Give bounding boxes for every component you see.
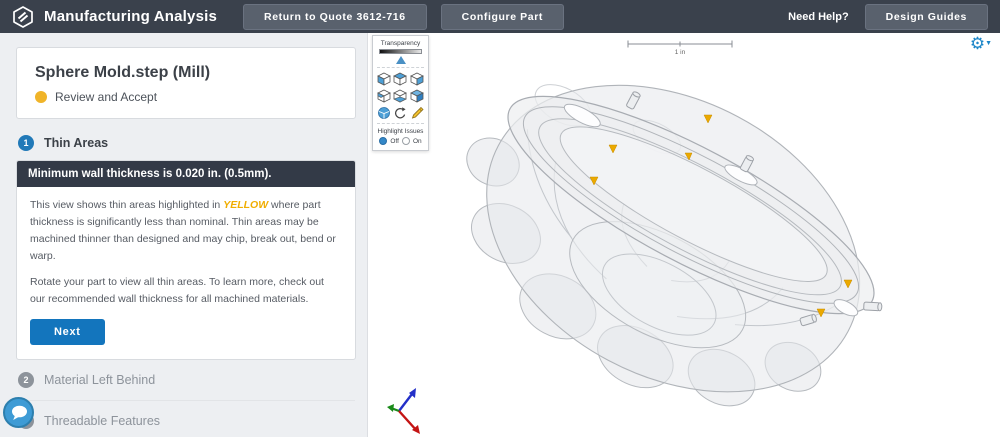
highlight-issues-label: Highlight Issues: [377, 128, 424, 135]
thin-areas-description: This view shows thin areas highlighted i…: [30, 197, 342, 265]
highlight-on-label: On: [413, 138, 422, 145]
view-cube-right-icon[interactable]: [410, 72, 424, 86]
wall-thickness-banner: Minimum wall thickness is 0.020 in. (0.5…: [17, 161, 355, 187]
yellow-highlight-text: YELLOW: [223, 199, 268, 211]
app-title: Manufacturing Analysis: [44, 8, 217, 25]
transparency-slider-track[interactable]: [379, 49, 422, 54]
transparency-label: Transparency: [377, 40, 424, 47]
part-title: Sphere Mold.step (Mill): [35, 64, 337, 82]
axes-triad-icon: [385, 385, 430, 435]
status-dot-icon: [35, 91, 47, 103]
view-cube-top-icon[interactable]: [393, 72, 407, 86]
need-help-link[interactable]: Need Help?: [788, 11, 849, 23]
chat-bubble-icon: [10, 405, 28, 421]
thin-areas-panel: Minimum wall thickness is 0.020 in. (0.5…: [16, 160, 356, 360]
return-to-quote-button[interactable]: Return to Quote 3612-716: [243, 4, 427, 30]
analysis-sidebar: Sphere Mold.step (Mill) Review and Accep…: [0, 33, 368, 437]
palette-divider: [377, 67, 424, 68]
highlight-off-label: Off: [390, 138, 399, 145]
design-guides-button[interactable]: Design Guides: [865, 4, 988, 30]
top-navbar: Manufacturing Analysis Return to Quote 3…: [0, 0, 1000, 33]
view-cube-left-icon[interactable]: [377, 72, 391, 86]
viewer-tool-palette: Transparency: [372, 35, 429, 151]
step-2-badge: 2: [18, 372, 34, 388]
part-status: Review and Accept: [55, 90, 157, 104]
markup-pen-icon[interactable]: [410, 106, 424, 120]
protolabs-logo-icon: [12, 6, 34, 28]
3d-model-canvas[interactable]: [369, 33, 1000, 437]
highlight-off-radio[interactable]: [379, 137, 387, 145]
next-button[interactable]: Next: [30, 319, 105, 345]
step-thin-areas-header[interactable]: 1 Thin Areas: [18, 135, 367, 151]
step-threadable-features[interactable]: 3 Threadable Features: [18, 401, 367, 437]
configure-part-button[interactable]: Configure Part: [441, 4, 564, 30]
step-2-label: Material Left Behind: [44, 373, 155, 387]
3d-viewer: Transparency: [369, 33, 1000, 437]
manufacturing-analysis-app: Manufacturing Analysis Return to Quote 3…: [0, 0, 1000, 437]
view-cube-iso-icon[interactable]: [410, 89, 424, 103]
step-1-label: Thin Areas: [44, 136, 108, 150]
part-summary-card: Sphere Mold.step (Mill) Review and Accep…: [16, 47, 356, 119]
step-material-left-behind[interactable]: 2 Material Left Behind: [18, 360, 367, 400]
sphere-view-icon[interactable]: [377, 106, 391, 120]
palette-divider: [377, 123, 424, 124]
view-cube-bottom-icon[interactable]: [393, 89, 407, 103]
rotate-instruction-text: Rotate your part to view all thin areas.…: [30, 274, 342, 308]
view-cube-back-icon[interactable]: [377, 89, 391, 103]
highlight-on-radio[interactable]: [402, 137, 410, 145]
step-3-label: Threadable Features: [44, 414, 160, 428]
transparency-slider-handle[interactable]: [396, 56, 406, 64]
step-1-badge: 1: [18, 135, 34, 151]
chat-button[interactable]: [3, 397, 34, 428]
rotate-view-icon[interactable]: [393, 106, 407, 120]
